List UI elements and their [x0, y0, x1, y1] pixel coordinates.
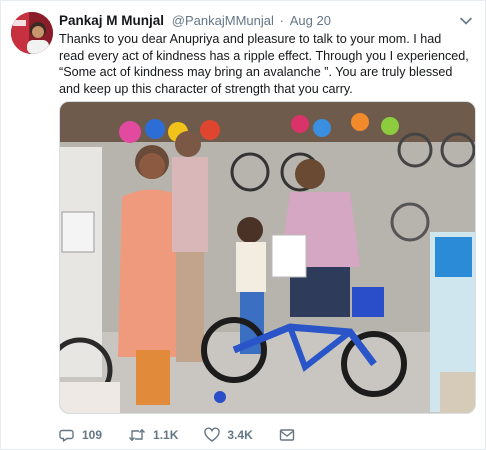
envelope-icon — [279, 429, 294, 441]
reply-icon — [59, 429, 74, 442]
chevron-down-icon[interactable] — [459, 14, 473, 28]
retweet-count: 1.1K — [153, 428, 179, 442]
separator-dot: · — [279, 13, 284, 28]
like-count: 3.4K — [227, 428, 253, 442]
retweet-icon — [129, 428, 146, 442]
avatar[interactable] — [11, 12, 53, 54]
tweet-actions: 109 1.1K 3.4K — [59, 426, 328, 444]
tweet-header: Pankaj M Munjal @PankajMMunjal · Aug 20 — [59, 12, 457, 30]
reply-button[interactable]: 109 — [59, 427, 102, 443]
retweet-button[interactable]: 1.1K — [128, 427, 178, 443]
tweet-photo[interactable] — [59, 101, 476, 414]
tweet-date[interactable]: Aug 20 — [290, 13, 331, 28]
direct-message-button[interactable] — [279, 427, 302, 443]
tweet-card[interactable]: Pankaj M Munjal @PankajMMunjal · Aug 20 … — [0, 0, 486, 450]
like-button[interactable]: 3.4K — [204, 427, 253, 443]
author-handle[interactable]: @PankajMMunjal — [172, 13, 274, 28]
author-name[interactable]: Pankaj M Munjal — [59, 13, 164, 28]
tweet-text: Thanks to you dear Anupriya and pleasure… — [59, 32, 469, 96]
heart-icon — [204, 427, 221, 442]
reply-count: 109 — [82, 428, 103, 442]
